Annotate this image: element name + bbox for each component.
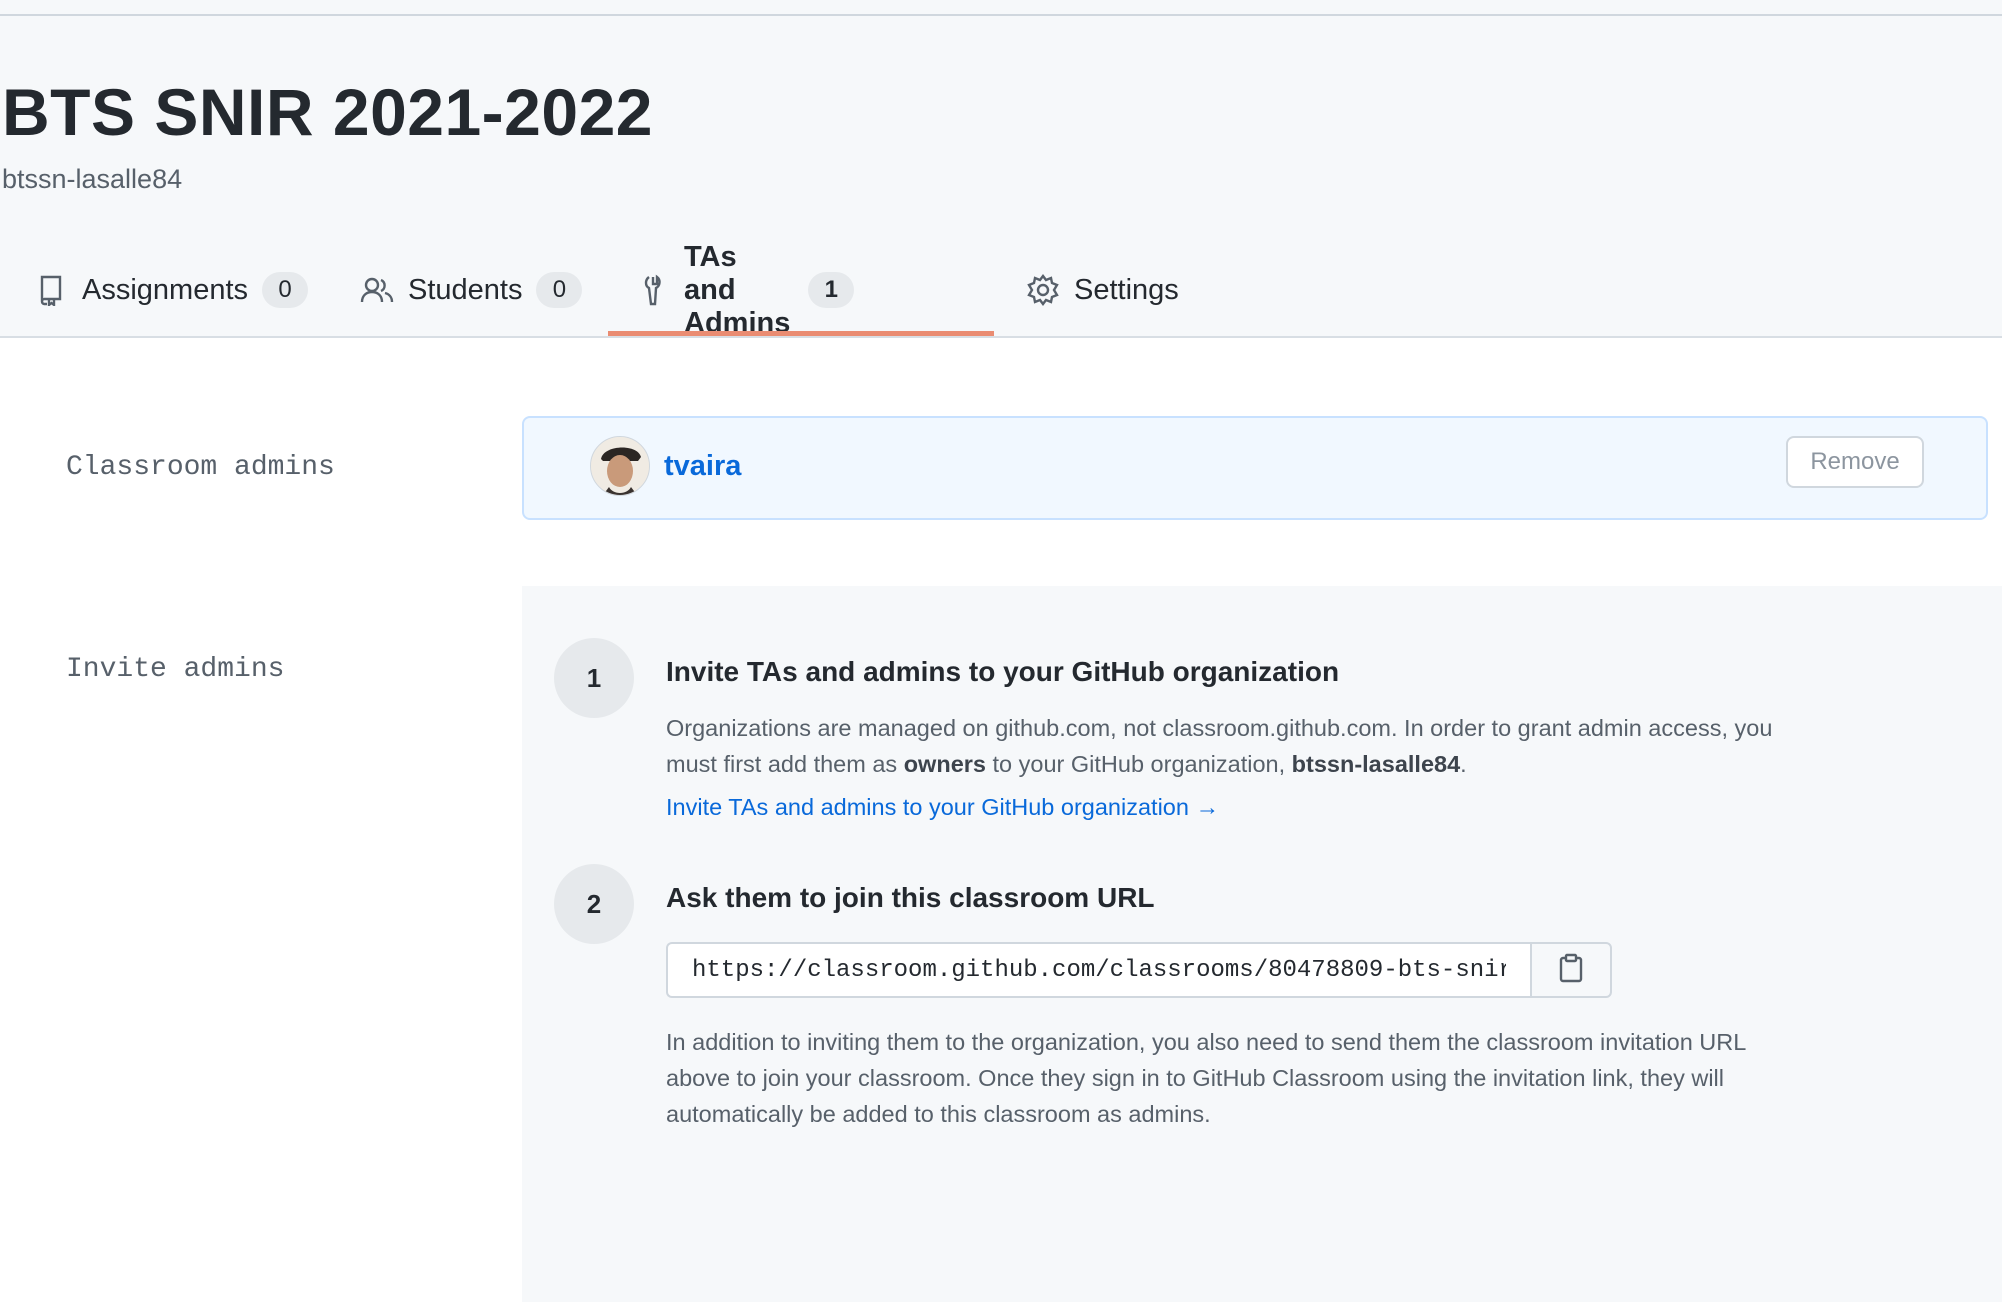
- tools-icon: [640, 273, 670, 307]
- step-1-title: Invite TAs and admins to your GitHub org…: [666, 656, 1340, 687]
- organization-emphasis: btssn-lasalle84: [1291, 751, 1461, 777]
- invite-url-field[interactable]: [666, 942, 1531, 998]
- tab-label: TAs and Admins: [684, 240, 791, 339]
- tab-tas-and-admins[interactable]: TAs and Admins 1: [640, 241, 855, 339]
- admins-count: 1: [808, 272, 855, 308]
- step-1-badge: 1: [554, 638, 634, 718]
- step-1-description: Organizations are managed on github.com,…: [666, 710, 1806, 782]
- step-2-description: In addition to inviting them to the orga…: [666, 1029, 1746, 1127]
- invite-url-group: [666, 942, 1612, 998]
- invite-admins-label: Invite admins: [66, 654, 285, 685]
- admin-row: tvaira Remove: [522, 416, 1988, 520]
- people-icon: [360, 273, 394, 307]
- classroom-admins-label: Classroom admins: [66, 452, 335, 483]
- organization-name: btssn-lasalle84: [2, 164, 183, 194]
- copy-url-button[interactable]: [1530, 942, 1612, 998]
- avatar[interactable]: [590, 436, 650, 496]
- tab-label: Students: [408, 273, 523, 306]
- tab-settings[interactable]: Settings: [1026, 244, 1179, 336]
- page-title: BTS SNIR 2021-2022: [2, 75, 653, 149]
- tab-assignments[interactable]: Assignments 0: [34, 244, 309, 336]
- assignments-count: 0: [262, 272, 309, 308]
- invite-admins-panel: 1 Invite TAs and admins to your GitHub o…: [522, 586, 2002, 1302]
- students-count: 0: [536, 272, 583, 308]
- step-1-text: .: [1460, 751, 1467, 777]
- clipboard-icon: [1558, 953, 1584, 988]
- invite-org-link[interactable]: Invite TAs and admins to your GitHub org…: [666, 794, 1219, 821]
- tab-label: Assignments: [82, 273, 249, 306]
- top-bar: [0, 0, 2002, 16]
- gear-icon: [1026, 273, 1060, 307]
- remove-admin-button[interactable]: Remove: [1786, 436, 1924, 488]
- repo-icon: [34, 273, 68, 307]
- step-2-badge: 2: [554, 864, 634, 944]
- tab-students[interactable]: Students 0: [360, 244, 583, 336]
- tab-label: Settings: [1074, 273, 1179, 306]
- owners-emphasis: owners: [903, 751, 986, 777]
- step-2-title: Ask them to join this classroom URL: [666, 882, 1155, 913]
- selected-tab-indicator: [608, 331, 994, 336]
- step-1-text: to your GitHub organization,: [985, 751, 1292, 777]
- admin-username-link[interactable]: tvaira: [664, 450, 741, 483]
- classroom-header: BTS SNIR 2021-2022 btssn-lasalle84 Assig…: [0, 16, 2002, 339]
